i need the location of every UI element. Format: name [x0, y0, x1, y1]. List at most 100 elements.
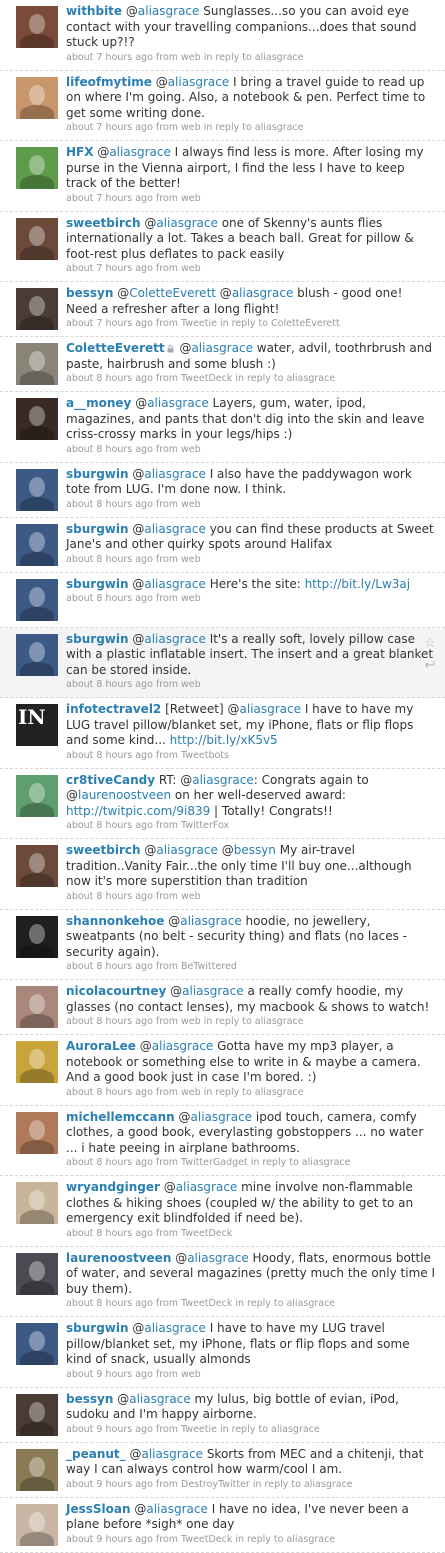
username-link[interactable]: _peanut_ [66, 1447, 126, 1461]
avatar[interactable] [16, 1252, 58, 1295]
mention-link[interactable]: aliasgrace [129, 1392, 191, 1406]
avatar-shoulders [20, 496, 54, 511]
avatar[interactable] [16, 343, 58, 385]
username-link[interactable]: bessyn [66, 1392, 113, 1406]
username-link[interactable]: sburgwin [66, 577, 129, 591]
avatar[interactable] [16, 468, 58, 511]
favorite-star-icon[interactable]: ☆ [423, 636, 437, 652]
avatar[interactable] [16, 1448, 58, 1491]
username-link[interactable]: sburgwin [66, 1321, 129, 1335]
username-link[interactable]: a__money [66, 396, 131, 410]
mention-link[interactable]: aliasgrace [187, 1251, 249, 1265]
username-link[interactable]: sweetbirch [66, 216, 141, 230]
mention-link[interactable]: aliasgrace [152, 1039, 214, 1053]
mention-link[interactable]: aliasgrace [156, 216, 218, 230]
mention-link[interactable]: aliasgrace [138, 4, 200, 18]
tweet-body: sweetbirch @aliasgrace one of Skenny's a… [66, 216, 435, 276]
avatar[interactable] [16, 1182, 58, 1224]
avatar-face [29, 1190, 45, 1210]
username-link[interactable]: cr8tiveCandy [66, 773, 155, 787]
avatar[interactable] [16, 1041, 58, 1083]
tweet-item: withbite @aliasgrace Sunglasses...so you… [0, 0, 445, 71]
username-link[interactable]: nicolacourtney [66, 984, 166, 998]
tweet-text: sweetbirch @aliasgrace one of Skenny's a… [66, 216, 435, 263]
tweet-meta: about 7 hours ago from web in reply to a… [66, 122, 304, 133]
tweet-meta: about 8 hours ago from Tweetbots [66, 749, 229, 761]
mention-link[interactable]: aliasgrace [109, 145, 171, 159]
tweet-meta: about 7 hours ago from Tweetie in reply … [66, 318, 340, 329]
avatar[interactable] [16, 288, 58, 330]
avatar-shoulders [20, 1421, 54, 1436]
username-link[interactable]: michellemccann [66, 1110, 175, 1124]
avatar[interactable] [16, 1503, 58, 1546]
avatar[interactable] [16, 147, 58, 189]
avatar[interactable] [16, 6, 58, 48]
username-link[interactable]: JessSloan [66, 1502, 131, 1516]
mention-link[interactable]: aliasgrace [191, 1110, 253, 1124]
mention-link[interactable]: aliasgrace [239, 702, 301, 716]
mention-link[interactable]: aliasgrace [147, 396, 209, 410]
avatar[interactable] [16, 986, 58, 1028]
mention-link[interactable]: aliasgrace [144, 467, 206, 481]
mention-link[interactable]: aliasgrace [144, 632, 206, 646]
mention-link[interactable]: aliasgrace [180, 914, 242, 928]
avatar[interactable] [16, 774, 58, 817]
tweet-url-link[interactable]: http://bit.ly/xK5v5 [170, 733, 278, 747]
mention-link[interactable]: laurenoostveen [78, 788, 171, 802]
mention-link[interactable]: aliasgrace [191, 341, 253, 355]
mention-link[interactable]: aliasgrace [176, 1180, 238, 1194]
username-link[interactable]: sweetbirch [66, 843, 141, 857]
mention-link[interactable]: aliasgrace [144, 1321, 206, 1335]
tweet-text: sburgwin @aliasgrace I have to have my L… [66, 1321, 435, 1368]
username-link[interactable]: infotectravel2 [66, 702, 161, 716]
username-link[interactable]: sburgwin [66, 632, 129, 646]
avatar[interactable] [16, 633, 58, 676]
mention-link[interactable]: aliasgrace [156, 843, 218, 857]
avatar[interactable] [16, 845, 58, 887]
mention-link[interactable]: aliasgrace [232, 286, 294, 300]
username-link[interactable]: withbite [66, 4, 122, 18]
username-link[interactable]: bessyn [66, 286, 113, 300]
avatar[interactable] [16, 523, 58, 566]
username-link[interactable]: sburgwin [66, 522, 129, 536]
reply-arrow-icon[interactable]: ↩ [423, 658, 437, 674]
mention-link[interactable]: aliasgrace [192, 773, 254, 787]
username-link[interactable]: HFX [66, 145, 94, 159]
username-link[interactable]: shannonkehoe [66, 914, 164, 928]
mention-link[interactable]: aliasgrace [144, 522, 206, 536]
avatar[interactable] [16, 915, 58, 958]
tweet-text: AuroraLee @aliasgrace Gotta have my mp3 … [66, 1039, 435, 1086]
username-link[interactable]: lifeofmytime [66, 75, 152, 89]
mention-link[interactable]: bessyn [234, 843, 276, 857]
avatar-face [29, 994, 45, 1014]
avatar[interactable]: IN [16, 704, 58, 746]
tweet-meta: about 9 hours ago from TweetDeck in repl… [66, 1533, 336, 1545]
tweet-meta: about 8 hours ago from web [66, 553, 201, 565]
username-link[interactable]: sburgwin [66, 467, 129, 481]
avatar-face [29, 296, 45, 316]
avatar[interactable] [16, 1393, 58, 1436]
mention-link[interactable]: aliasgrace [146, 1502, 208, 1516]
tweet-url-link[interactable]: http://bit.ly/Lw3aj [305, 577, 411, 591]
username-link[interactable]: ColetteEverett [66, 341, 165, 355]
tweet-url-link[interactable]: http://twitpic.com/9i839 [66, 804, 210, 818]
avatar[interactable] [16, 398, 58, 440]
mention-link[interactable]: ColetteEverett [129, 286, 216, 300]
username-link[interactable]: laurenoostveen [66, 1251, 171, 1265]
tweet-meta: about 9 hours ago from Tweetie in reply … [66, 1423, 320, 1435]
mention-link[interactable]: aliasgrace [168, 75, 230, 89]
avatar[interactable] [16, 1111, 58, 1154]
username-link[interactable]: AuroraLee [66, 1039, 136, 1053]
avatar-shoulders [20, 873, 54, 887]
avatar[interactable] [16, 76, 58, 119]
mention-link[interactable]: aliasgrace [144, 577, 206, 591]
mention-link[interactable]: aliasgrace [182, 984, 244, 998]
avatar-shoulders [20, 943, 54, 958]
username-link[interactable]: wryandginger [66, 1180, 160, 1194]
tweet-item: _peanut_ @aliasgrace Skorts from MEC and… [0, 1443, 445, 1498]
mention-link[interactable]: aliasgrace [141, 1447, 203, 1461]
tweet-meta: about 7 hours ago from web [66, 263, 201, 274]
avatar[interactable] [16, 578, 58, 621]
avatar[interactable] [16, 217, 58, 260]
avatar[interactable] [16, 1323, 58, 1365]
